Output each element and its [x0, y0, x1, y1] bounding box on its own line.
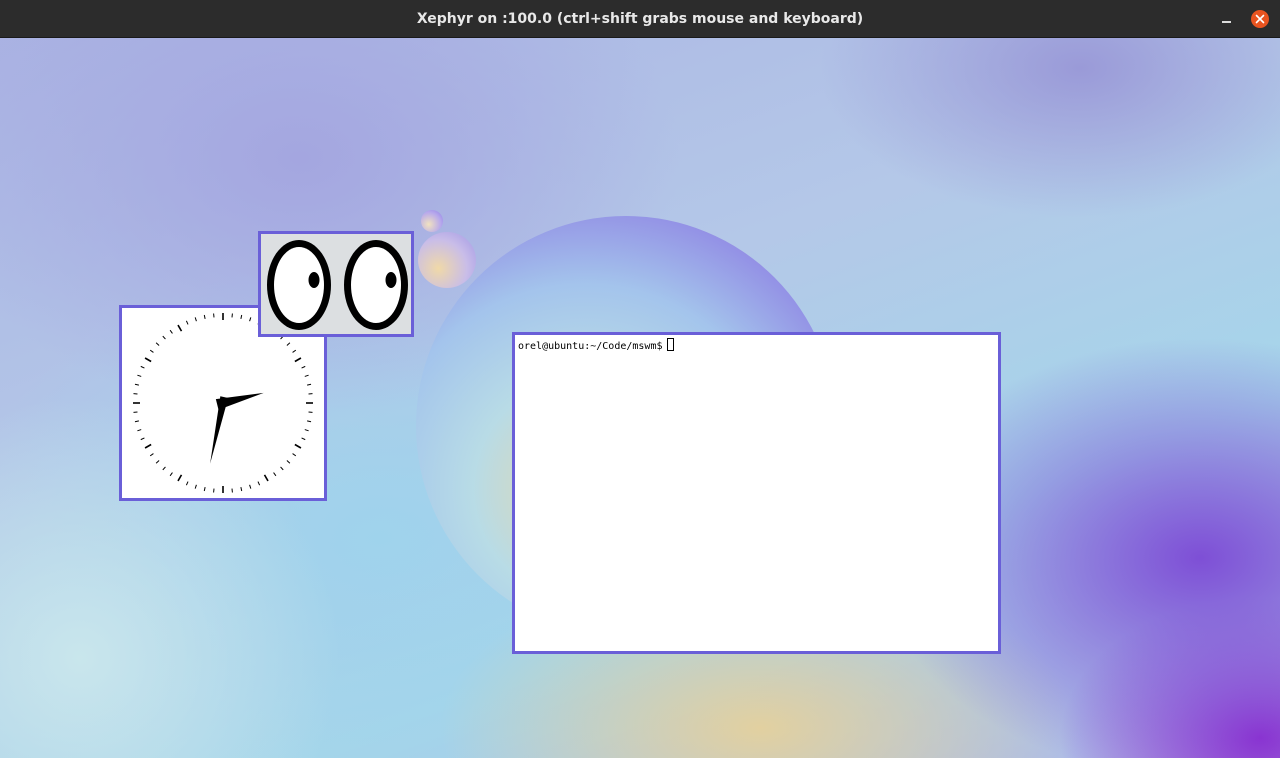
wallpaper-bubble [418, 232, 476, 288]
clock-tick [292, 453, 297, 457]
clock-minute-hand [210, 396, 229, 464]
clock-tick [286, 460, 291, 464]
clock-tick [140, 365, 145, 369]
clock-tick [155, 342, 160, 346]
clock-tick [137, 374, 142, 377]
clock-tick [169, 472, 173, 477]
clock-tick [307, 383, 312, 386]
clock-tick [194, 317, 197, 322]
clock-tick [286, 342, 291, 346]
xterm-window[interactable]: orel@ubuntu:~/Code/mswm$ [512, 332, 1001, 654]
xeyes-window[interactable] [258, 231, 414, 337]
terminal-prompt-line[interactable]: orel@ubuntu:~/Code/mswm$ [518, 338, 674, 354]
clock-tick [134, 383, 139, 386]
clock-tick [304, 429, 309, 432]
xeyes-canvas [267, 240, 408, 330]
left-pupil [308, 272, 320, 288]
clock-tick [185, 481, 189, 486]
minimize-button[interactable] [1217, 9, 1237, 29]
clock-tick [149, 349, 154, 353]
minimize-icon [1222, 21, 1231, 23]
clock-tick [162, 335, 166, 340]
terminal-prompt: orel@ubuntu:~/Code/mswm$ [518, 341, 663, 352]
right-pupil [385, 272, 397, 288]
clock-tick [294, 443, 302, 449]
clock-tick [263, 474, 269, 482]
close-button[interactable] [1251, 10, 1269, 28]
clock-tick [144, 443, 152, 449]
clock-tick [257, 481, 261, 486]
window-title: Xephyr on :100.0 (ctrl+shift grabs mouse… [416, 11, 864, 27]
clock-tick [134, 420, 139, 423]
clock-tick [301, 365, 306, 369]
clock-tick [185, 320, 189, 325]
clock-tick [203, 314, 206, 319]
block-cursor-icon [666, 338, 674, 351]
clock-tick [203, 487, 206, 492]
clock-tick [149, 453, 154, 457]
clock-tick [140, 437, 145, 441]
close-icon [1255, 14, 1265, 24]
clock-tick [177, 474, 183, 482]
clock-tick [292, 349, 297, 353]
clock-tick [240, 314, 243, 319]
wallpaper-bubble-small [421, 210, 443, 232]
clock-tick [137, 429, 142, 432]
clock-tick [194, 484, 197, 489]
clock-tick [240, 487, 243, 492]
clock-tick [155, 460, 160, 464]
clock-tick [304, 374, 309, 377]
clock-tick [294, 357, 302, 363]
clock-tick [177, 324, 183, 332]
clock-tick [280, 466, 284, 471]
clock-tick [249, 484, 252, 489]
clock-tick [162, 466, 166, 471]
clock-tick [249, 317, 252, 322]
clock-tick [169, 329, 173, 334]
clock-tick [144, 357, 152, 363]
window-titlebar[interactable]: Xephyr on :100.0 (ctrl+shift grabs mouse… [0, 0, 1280, 38]
clock-tick [307, 420, 312, 423]
clock-tick [301, 437, 306, 441]
clock-tick [273, 472, 277, 477]
